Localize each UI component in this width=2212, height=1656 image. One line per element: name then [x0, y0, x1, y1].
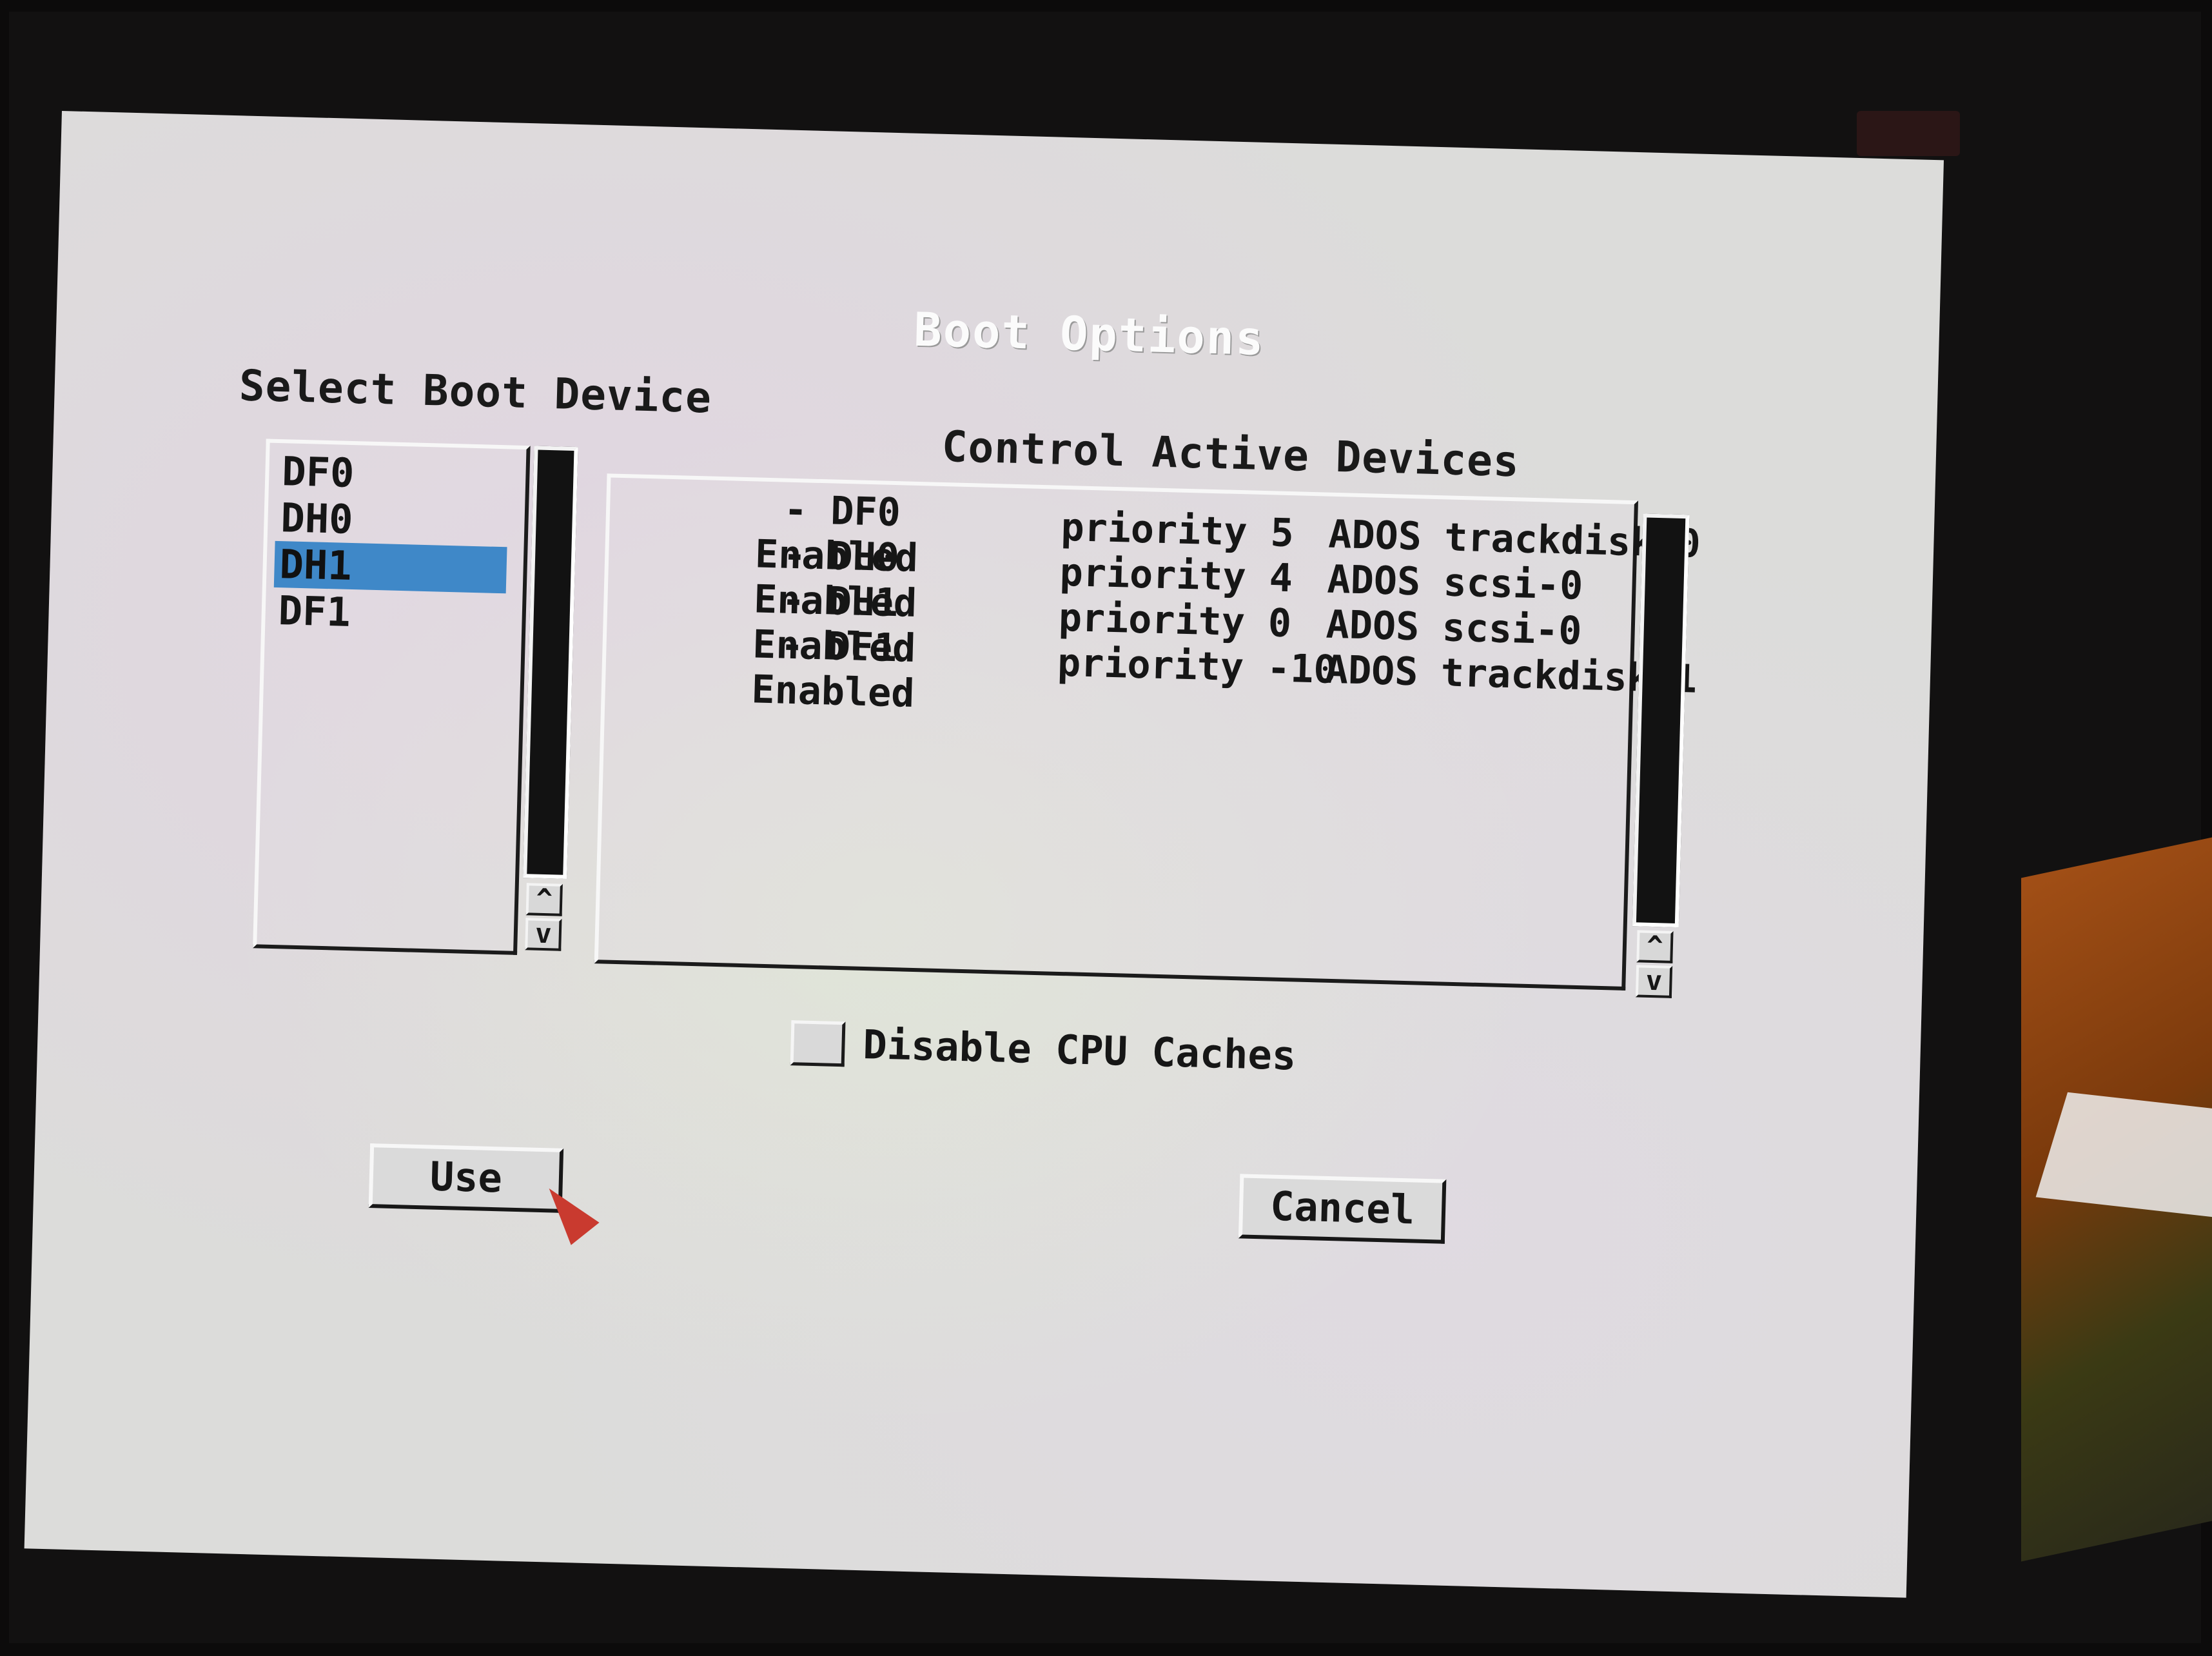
active-devices-list[interactable]: Enabled - DF0 priority 5 ADOS trackdisk-…: [594, 473, 1701, 991]
device-status: Enabled: [750, 667, 915, 716]
boot-device-item-dh1[interactable]: DH1: [273, 540, 507, 594]
boot-options-screen: Boot Options Select Boot Device DF0 DH0 …: [24, 111, 1944, 1598]
boot-device-list[interactable]: DF0 DH0 DH1 DF1: [253, 439, 531, 955]
device-fs: ADOS: [1327, 511, 1422, 560]
device-name: - DH0: [782, 532, 900, 581]
active-devices-heading: Control Active Devices: [941, 421, 1520, 487]
device-priority: priority 5: [1060, 504, 1295, 557]
device-driver: scsi-0: [1441, 605, 1583, 654]
device-driver: scsi-0: [1442, 560, 1584, 609]
device-priority: priority 4: [1059, 549, 1293, 602]
boot-device-scrollbar[interactable]: [523, 446, 578, 879]
boot-device-item-df0[interactable]: DF0: [277, 448, 510, 500]
boot-device-item-df1[interactable]: DF1: [273, 587, 506, 640]
boot-device-heading: Select Boot Device: [238, 360, 712, 423]
device-name: - DF1: [779, 622, 898, 671]
monitor-led: [1857, 111, 1960, 156]
device-priority: priority 0: [1058, 595, 1292, 647]
boot-device-scroll-up-icon[interactable]: ^: [525, 883, 563, 916]
device-fs: ADOS: [1324, 647, 1419, 695]
boot-device-scroll-down-icon[interactable]: v: [525, 918, 562, 951]
active-devices-scrollbar[interactable]: [1632, 513, 1690, 928]
dialog-title: Boot Options: [913, 302, 1266, 366]
device-fs: ADOS: [1325, 602, 1420, 650]
disable-cpu-caches-checkbox[interactable]: [790, 1020, 846, 1067]
device-priority: priority -10: [1057, 640, 1338, 693]
cancel-button[interactable]: Cancel: [1238, 1174, 1447, 1244]
background-object: [2021, 837, 2212, 1562]
disable-cpu-caches-label: Disable CPU Caches: [862, 1021, 1297, 1079]
active-devices-scroll-down-icon[interactable]: v: [1635, 965, 1673, 998]
boot-device-item-dh0[interactable]: DH0: [275, 494, 509, 547]
active-devices-scroll-up-icon[interactable]: ^: [1636, 930, 1674, 963]
device-name: - DH1: [781, 577, 899, 626]
use-button[interactable]: Use: [368, 1143, 564, 1213]
device-fs: ADOS: [1326, 557, 1422, 605]
device-name: - DF0: [783, 487, 901, 536]
